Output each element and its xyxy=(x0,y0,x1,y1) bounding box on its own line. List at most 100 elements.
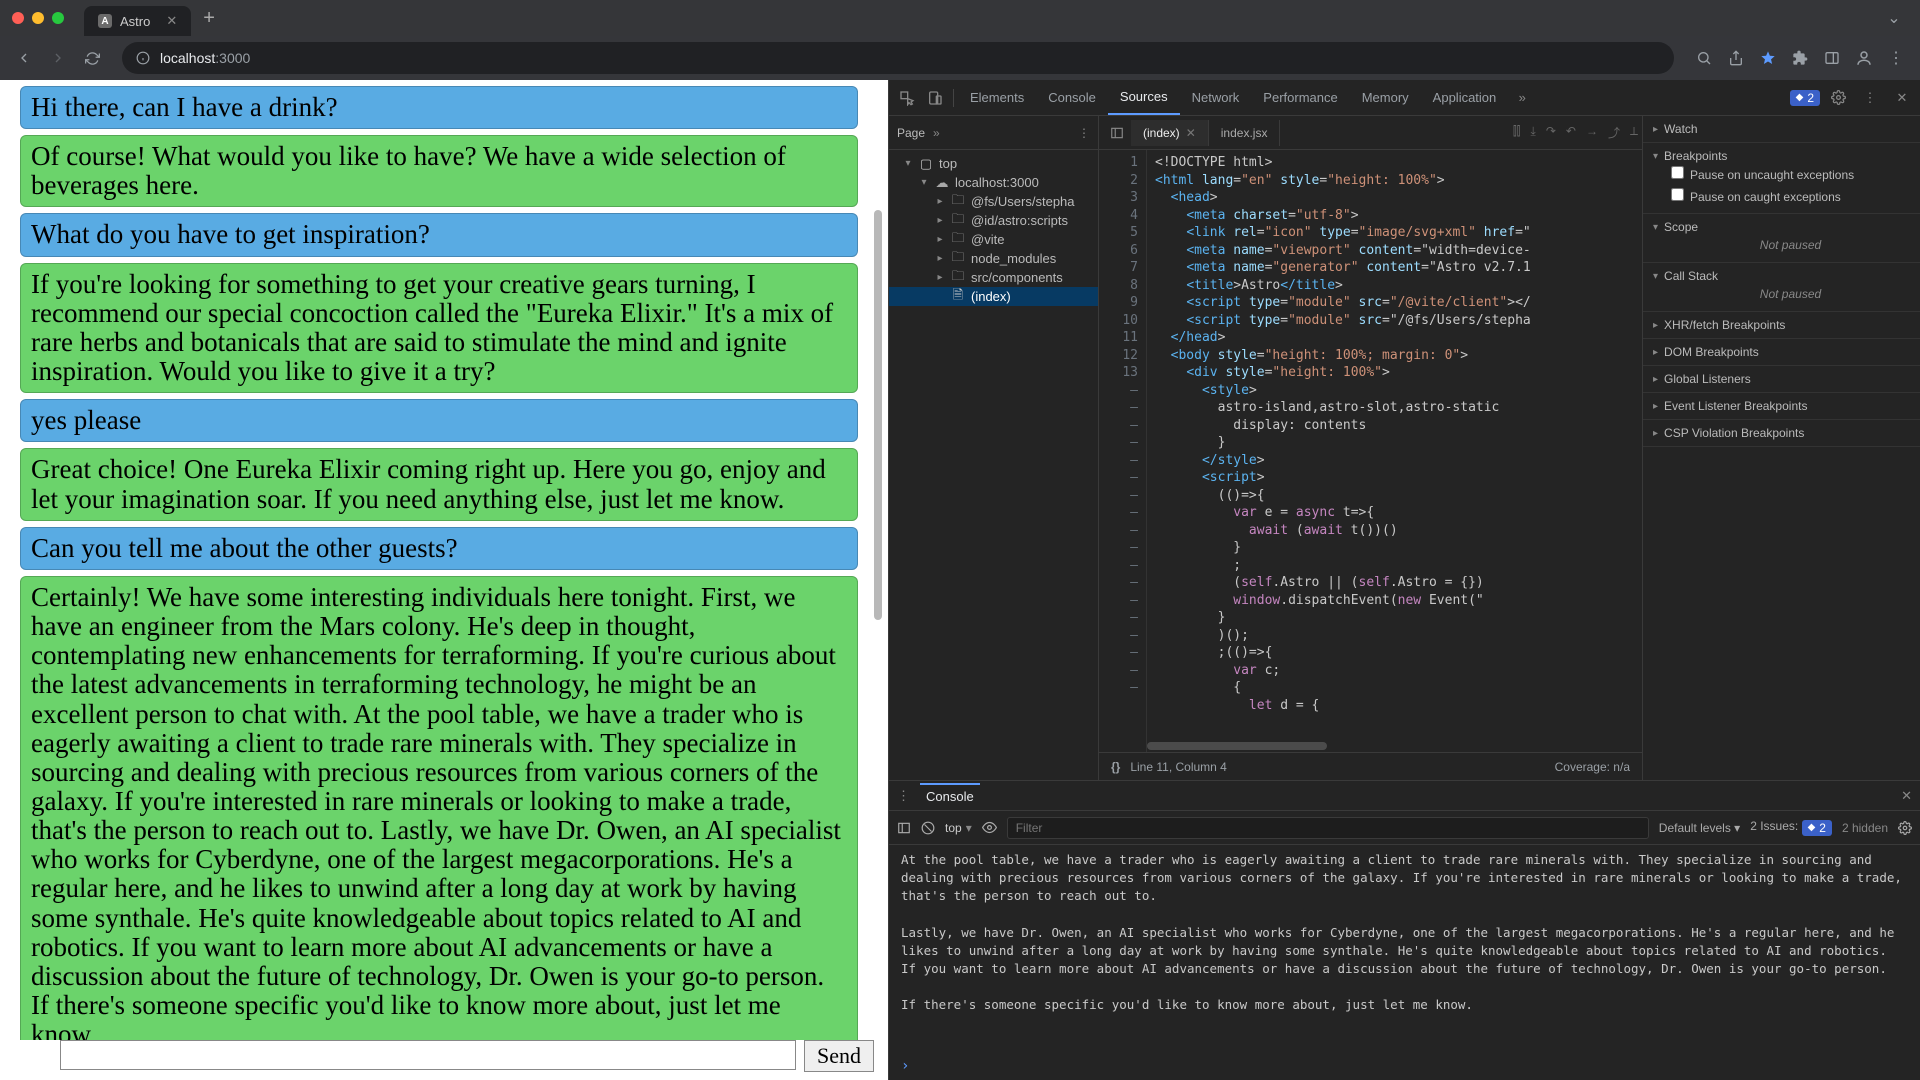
ai-message: If you're looking for something to get y… xyxy=(20,263,858,394)
editor-tab[interactable]: index.jsx xyxy=(1209,120,1281,146)
scope-section[interactable]: Scope xyxy=(1653,220,1910,234)
page-category[interactable]: Page xyxy=(897,126,925,140)
close-editor-tab-icon[interactable]: ✕ xyxy=(1186,126,1196,140)
file-tree-node[interactable]: ▸🗀 @id/astro:scripts xyxy=(889,211,1098,230)
info-icon xyxy=(136,51,150,65)
drawer-menu-icon[interactable]: ⋮ xyxy=(897,788,910,804)
device-toggle-icon[interactable] xyxy=(921,84,949,112)
drawer-close-icon[interactable]: ✕ xyxy=(1901,788,1912,804)
chevron-down-icon[interactable]: ⌄ xyxy=(1880,4,1908,32)
event-listener-bp-section[interactable]: Event Listener Breakpoints xyxy=(1653,399,1910,413)
forward-button[interactable] xyxy=(44,44,72,72)
message-input[interactable] xyxy=(60,1040,796,1070)
profile-icon[interactable] xyxy=(1850,44,1878,72)
watch-section[interactable]: Watch xyxy=(1653,122,1910,136)
chat-log: Hi there, can I have a drink?Of course! … xyxy=(0,80,888,1040)
console-sidebar-icon[interactable] xyxy=(897,821,911,835)
url-host: localhost xyxy=(160,50,215,66)
context-select[interactable]: top ▾ xyxy=(945,821,972,835)
close-tab-icon[interactable]: ✕ xyxy=(166,13,177,29)
menu-icon[interactable]: ⋮ xyxy=(1882,44,1910,72)
tab-title: Astro xyxy=(120,14,150,29)
share-icon[interactable] xyxy=(1722,44,1750,72)
devtools-menu-icon[interactable]: ⋮ xyxy=(1856,84,1884,112)
pause-caught-checkbox[interactable]: Pause on caught exceptions xyxy=(1653,185,1910,207)
url-port: :3000 xyxy=(215,50,250,66)
console-prompt-icon[interactable]: › xyxy=(889,1058,1920,1080)
address-bar[interactable]: localhost:3000 xyxy=(122,42,1674,74)
global-listeners-section[interactable]: Global Listeners xyxy=(1653,372,1910,386)
more-categories-icon[interactable]: » xyxy=(933,126,940,140)
close-window[interactable] xyxy=(12,12,24,24)
devtools-tab-application[interactable]: Application xyxy=(1421,80,1509,115)
pretty-print-icon[interactable]: {} xyxy=(1111,760,1120,774)
browser-navbar: localhost:3000 ⋮ xyxy=(0,36,1920,80)
pause-uncaught-checkbox[interactable]: Pause on uncaught exceptions xyxy=(1653,163,1910,185)
callstack-section[interactable]: Call Stack xyxy=(1653,269,1910,283)
clear-console-icon[interactable] xyxy=(921,821,935,835)
files-menu-icon[interactable]: ⋮ xyxy=(1078,126,1090,140)
csp-bp-section[interactable]: CSP Violation Breakpoints xyxy=(1653,426,1910,440)
devtools-tab-elements[interactable]: Elements xyxy=(958,80,1036,115)
page-scrollbar[interactable] xyxy=(872,80,884,1080)
breakpoints-section[interactable]: Breakpoints xyxy=(1653,149,1910,163)
browser-tab[interactable]: A Astro ✕ xyxy=(84,6,191,36)
step-into-icon[interactable]: ↷ xyxy=(1546,124,1556,141)
settings-icon[interactable] xyxy=(1824,84,1852,112)
step-out-icon[interactable]: ↶ xyxy=(1566,124,1576,141)
file-tree-node[interactable]: ▸🗀 @vite xyxy=(889,230,1098,249)
ai-message: Certainly! We have some interesting indi… xyxy=(20,576,858,1040)
devtools-tab-console[interactable]: Console xyxy=(1036,80,1108,115)
devtools-tab-performance[interactable]: Performance xyxy=(1251,80,1349,115)
callstack-not-paused: Not paused xyxy=(1653,283,1910,305)
devtools-close-icon[interactable]: ✕ xyxy=(1888,84,1916,112)
pause-exceptions-icon[interactable]: ⟂ xyxy=(1630,124,1638,141)
deactivate-bp-icon[interactable]: ⤴ xyxy=(1608,124,1620,141)
code-content[interactable]: <!DOCTYPE html><html lang="en" style="he… xyxy=(1147,150,1642,752)
debugger-sidebar: Watch Breakpoints Pause on uncaught exce… xyxy=(1642,116,1920,780)
scrollbar-thumb[interactable] xyxy=(874,210,882,620)
file-tree-node[interactable]: ▸🗀 node_modules xyxy=(889,249,1098,268)
maximize-window[interactable] xyxy=(52,12,64,24)
bookmark-icon[interactable] xyxy=(1754,44,1782,72)
levels-select[interactable]: Default levels ▾ xyxy=(1659,821,1740,835)
editor-tab[interactable]: (index) ✕ xyxy=(1131,120,1209,146)
file-tree-node[interactable]: ▸🗀 src/components xyxy=(889,268,1098,287)
devtools-tab-sources[interactable]: Sources xyxy=(1108,80,1180,115)
more-tabs-icon[interactable]: » xyxy=(1508,84,1536,112)
file-tree-node[interactable]: ▾▢ top xyxy=(889,154,1098,173)
live-expression-icon[interactable] xyxy=(982,820,997,835)
console-drawer: ⋮ Console ✕ top ▾ Default levels ▾ 2 Iss… xyxy=(889,780,1920,1080)
console-settings-icon[interactable] xyxy=(1898,821,1912,835)
sidebar-toggle-icon[interactable] xyxy=(1103,119,1131,147)
issues-badge[interactable]: 2 xyxy=(1790,90,1820,106)
drawer-issues[interactable]: 2 Issues: 2 xyxy=(1750,819,1832,836)
dom-breakpoints-section[interactable]: DOM Breakpoints xyxy=(1653,345,1910,359)
console-tab[interactable]: Console xyxy=(920,783,980,808)
editor-h-scrollbar[interactable] xyxy=(1147,742,1327,750)
console-output[interactable]: At the pool table, we have a trader who … xyxy=(889,845,1920,1058)
step-icon[interactable]: → xyxy=(1586,124,1598,141)
file-tree-node[interactable]: 🗎 (index) xyxy=(889,287,1098,306)
extensions-icon[interactable] xyxy=(1786,44,1814,72)
traffic-lights xyxy=(12,12,64,24)
back-button[interactable] xyxy=(10,44,38,72)
zoom-icon[interactable] xyxy=(1690,44,1718,72)
step-over-icon[interactable]: ⤓ xyxy=(1531,124,1536,141)
xhr-breakpoints-section[interactable]: XHR/fetch Breakpoints xyxy=(1653,318,1910,332)
favicon-icon: A xyxy=(98,14,112,28)
console-filter-input[interactable] xyxy=(1007,817,1649,839)
file-tree-node[interactable]: ▸🗀 @fs/Users/stepha xyxy=(889,192,1098,211)
devtools-tab-memory[interactable]: Memory xyxy=(1350,80,1421,115)
new-tab-button[interactable]: + xyxy=(203,7,215,30)
sidepanel-icon[interactable] xyxy=(1818,44,1846,72)
user-message: What do you have to get inspiration? xyxy=(20,213,858,256)
send-button[interactable]: Send xyxy=(804,1040,874,1072)
reload-button[interactable] xyxy=(78,44,106,72)
devtools-tab-network[interactable]: Network xyxy=(1180,80,1252,115)
minimize-window[interactable] xyxy=(32,12,44,24)
scope-not-paused: Not paused xyxy=(1653,234,1910,256)
inspect-icon[interactable] xyxy=(893,84,921,112)
file-tree-node[interactable]: ▾☁ localhost:3000 xyxy=(889,173,1098,192)
pause-icon[interactable]: ⫿⫿ xyxy=(1513,124,1521,141)
